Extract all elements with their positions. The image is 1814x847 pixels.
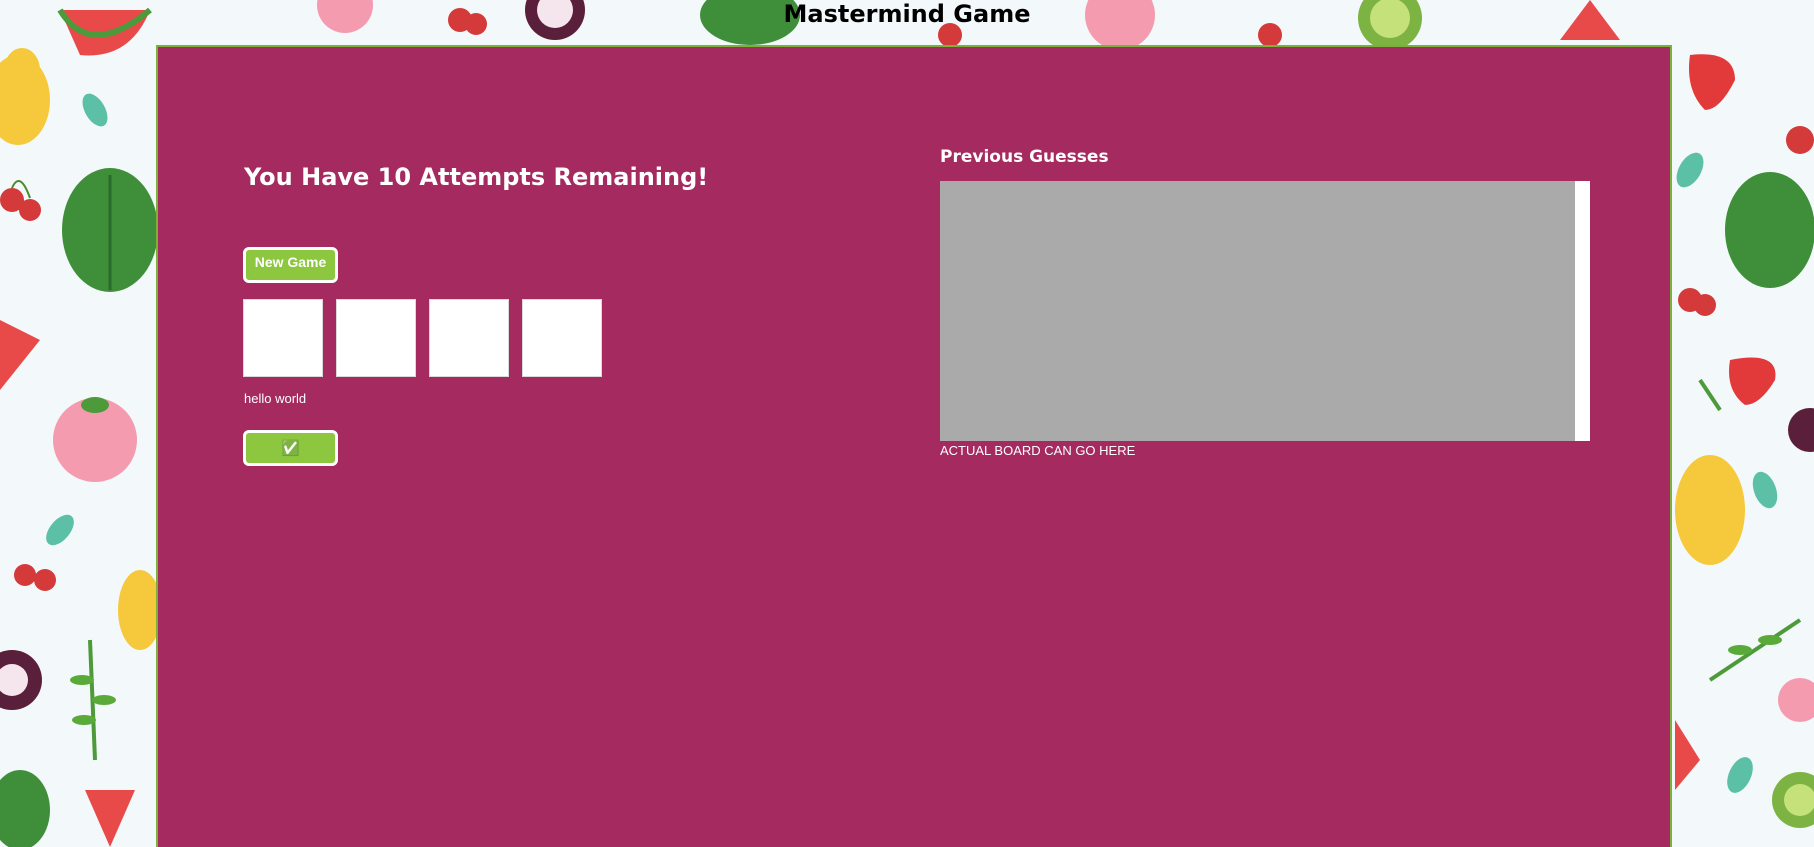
page-title: Mastermind Game xyxy=(783,0,1031,28)
previous-guesses-list[interactable] xyxy=(940,181,1590,441)
pear-icon xyxy=(1675,455,1745,565)
guess-slot-1[interactable] xyxy=(243,299,323,377)
guess-slot-3[interactable] xyxy=(429,299,509,377)
scrollbar[interactable] xyxy=(1575,181,1590,441)
guess-slot-2[interactable] xyxy=(336,299,416,377)
cherry-icon xyxy=(1786,126,1814,154)
board-placeholder-note: ACTUAL BOARD CAN GO HERE xyxy=(940,443,1136,458)
new-game-button[interactable]: New Game xyxy=(243,247,338,283)
game-panel: You Have 10 Attempts Remaining! New Game… xyxy=(156,45,1672,847)
debug-text: hello world xyxy=(244,391,307,406)
submit-guess-button[interactable]: ✅ xyxy=(243,430,338,466)
previous-guesses-heading: Previous Guesses xyxy=(940,147,1109,167)
monstera-leaf-icon xyxy=(1725,172,1814,288)
guess-slot-4[interactable] xyxy=(522,299,602,377)
attempts-remaining-heading: You Have 10 Attempts Remaining! xyxy=(244,163,709,191)
monstera-leaf-icon xyxy=(62,168,158,292)
